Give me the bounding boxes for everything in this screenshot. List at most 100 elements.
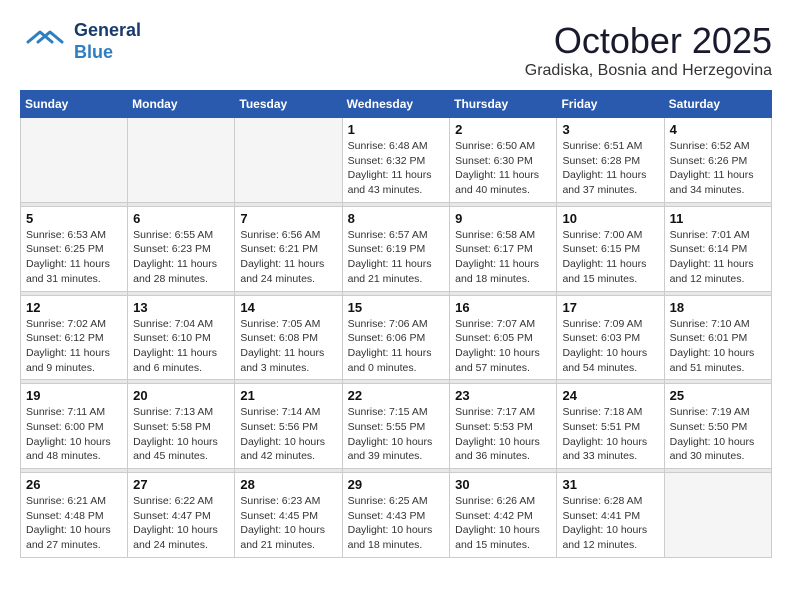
day-number: 28: [240, 477, 336, 492]
day-info: Sunrise: 6:28 AM Sunset: 4:41 PM Dayligh…: [562, 494, 658, 553]
day-info: Sunrise: 6:23 AM Sunset: 4:45 PM Dayligh…: [240, 494, 336, 553]
calendar-cell: [128, 118, 235, 203]
col-header-monday: Monday: [128, 91, 235, 118]
calendar-cell: 3 Sunrise: 6:51 AM Sunset: 6:28 PM Daylig…: [557, 118, 664, 203]
calendar-cell: [235, 118, 342, 203]
week-row-1: 1 Sunrise: 6:48 AM Sunset: 6:32 PM Daylig…: [21, 118, 772, 203]
calendar-cell: 6 Sunrise: 6:55 AM Sunset: 6:23 PM Daylig…: [128, 206, 235, 291]
day-info: Sunrise: 6:22 AM Sunset: 4:47 PM Dayligh…: [133, 494, 229, 553]
day-info: Sunrise: 7:00 AM Sunset: 6:15 PM Dayligh…: [562, 228, 658, 287]
logo: General Blue: [20, 20, 141, 63]
calendar-cell: 4Sunrise: 6:52 AM Sunset: 6:26 PM Daylig…: [664, 118, 771, 203]
col-header-thursday: Thursday: [450, 91, 557, 118]
day-info: Sunrise: 6:21 AM Sunset: 4:48 PM Dayligh…: [26, 494, 122, 553]
col-header-friday: Friday: [557, 91, 664, 118]
day-info: Sunrise: 7:02 AM Sunset: 6:12 PM Dayligh…: [26, 317, 122, 376]
day-info: Sunrise: 7:15 AM Sunset: 5:55 PM Dayligh…: [348, 405, 445, 464]
day-info: Sunrise: 6:48 AM Sunset: 6:32 PM Dayligh…: [348, 139, 445, 198]
col-header-saturday: Saturday: [664, 91, 771, 118]
day-number: 11: [670, 211, 766, 226]
week-row-5: 26 Sunrise: 6:21 AM Sunset: 4:48 PM Dayli…: [21, 473, 772, 558]
calendar-cell: 12 Sunrise: 7:02 AM Sunset: 6:12 PM Dayli…: [21, 295, 128, 380]
calendar-cell: 9Sunrise: 6:58 AM Sunset: 6:17 PM Daylig…: [450, 206, 557, 291]
day-number: 22: [348, 388, 445, 403]
calendar-cell: 1 Sunrise: 6:48 AM Sunset: 6:32 PM Daylig…: [342, 118, 450, 203]
title-block: October 2025 Gradiska, Bosnia and Herzeg…: [525, 20, 772, 80]
day-number: 5: [26, 211, 122, 226]
page-header: General Blue October 2025 Gradiska, Bosn…: [20, 20, 772, 80]
calendar-cell: 14 Sunrise: 7:05 AM Sunset: 6:08 PM Dayli…: [235, 295, 342, 380]
day-info: Sunrise: 6:51 AM Sunset: 6:28 PM Dayligh…: [562, 139, 658, 198]
col-header-wednesday: Wednesday: [342, 91, 450, 118]
calendar-cell: 22 Sunrise: 7:15 AM Sunset: 5:55 PM Dayli…: [342, 384, 450, 469]
day-number: 14: [240, 300, 336, 315]
day-number: 9: [455, 211, 551, 226]
day-info: Sunrise: 7:17 AM Sunset: 5:53 PM Dayligh…: [455, 405, 551, 464]
calendar-cell: 21 Sunrise: 7:14 AM Sunset: 5:56 PM Dayli…: [235, 384, 342, 469]
calendar-header-row: SundayMondayTuesdayWednesdayThursdayFrid…: [21, 91, 772, 118]
day-number: 19: [26, 388, 122, 403]
day-number: 3: [562, 122, 658, 137]
calendar-table: SundayMondayTuesdayWednesdayThursdayFrid…: [20, 90, 772, 558]
calendar-cell: 16 Sunrise: 7:07 AM Sunset: 6:05 PM Dayli…: [450, 295, 557, 380]
day-number: 8: [348, 211, 445, 226]
day-number: 31: [562, 477, 658, 492]
calendar-cell: 18 Sunrise: 7:10 AM Sunset: 6:01 PM Dayli…: [664, 295, 771, 380]
calendar-cell: 13Sunrise: 7:04 AM Sunset: 6:10 PM Dayli…: [128, 295, 235, 380]
day-number: 20: [133, 388, 229, 403]
logo-icon: [20, 22, 70, 62]
calendar-cell: 5Sunrise: 6:53 AM Sunset: 6:25 PM Daylig…: [21, 206, 128, 291]
day-info: Sunrise: 7:09 AM Sunset: 6:03 PM Dayligh…: [562, 317, 658, 376]
day-info: Sunrise: 7:05 AM Sunset: 6:08 PM Dayligh…: [240, 317, 336, 376]
calendar-cell: 28 Sunrise: 6:23 AM Sunset: 4:45 PM Dayli…: [235, 473, 342, 558]
calendar-cell: 26 Sunrise: 6:21 AM Sunset: 4:48 PM Dayli…: [21, 473, 128, 558]
day-info: Sunrise: 7:18 AM Sunset: 5:51 PM Dayligh…: [562, 405, 658, 464]
week-row-4: 19 Sunrise: 7:11 AM Sunset: 6:00 PM Dayli…: [21, 384, 772, 469]
day-number: 4: [670, 122, 766, 137]
day-number: 21: [240, 388, 336, 403]
calendar-cell: 15Sunrise: 7:06 AM Sunset: 6:06 PM Dayli…: [342, 295, 450, 380]
calendar-cell: 23 Sunrise: 7:17 AM Sunset: 5:53 PM Dayli…: [450, 384, 557, 469]
day-info: Sunrise: 7:01 AM Sunset: 6:14 PM Dayligh…: [670, 228, 766, 287]
day-number: 1: [348, 122, 445, 137]
main-title: October 2025: [525, 20, 772, 62]
day-number: 18: [670, 300, 766, 315]
day-number: 15: [348, 300, 445, 315]
day-info: Sunrise: 6:56 AM Sunset: 6:21 PM Dayligh…: [240, 228, 336, 287]
calendar-cell: 30Sunrise: 6:26 AM Sunset: 4:42 PM Dayli…: [450, 473, 557, 558]
day-number: 13: [133, 300, 229, 315]
calendar-cell: 7 Sunrise: 6:56 AM Sunset: 6:21 PM Daylig…: [235, 206, 342, 291]
day-info: Sunrise: 7:10 AM Sunset: 6:01 PM Dayligh…: [670, 317, 766, 376]
col-header-tuesday: Tuesday: [235, 91, 342, 118]
day-info: Sunrise: 6:57 AM Sunset: 6:19 PM Dayligh…: [348, 228, 445, 287]
calendar-cell: 2Sunrise: 6:50 AM Sunset: 6:30 PM Daylig…: [450, 118, 557, 203]
day-number: 23: [455, 388, 551, 403]
day-info: Sunrise: 7:19 AM Sunset: 5:50 PM Dayligh…: [670, 405, 766, 464]
day-info: Sunrise: 6:25 AM Sunset: 4:43 PM Dayligh…: [348, 494, 445, 553]
calendar-cell: 31 Sunrise: 6:28 AM Sunset: 4:41 PM Dayli…: [557, 473, 664, 558]
day-info: Sunrise: 7:14 AM Sunset: 5:56 PM Dayligh…: [240, 405, 336, 464]
day-number: 10: [562, 211, 658, 226]
calendar-cell: 27Sunrise: 6:22 AM Sunset: 4:47 PM Dayli…: [128, 473, 235, 558]
calendar-cell: 8 Sunrise: 6:57 AM Sunset: 6:19 PM Daylig…: [342, 206, 450, 291]
day-number: 17: [562, 300, 658, 315]
calendar-cell: 10 Sunrise: 7:00 AM Sunset: 6:15 PM Dayli…: [557, 206, 664, 291]
day-number: 7: [240, 211, 336, 226]
day-info: Sunrise: 7:11 AM Sunset: 6:00 PM Dayligh…: [26, 405, 122, 464]
calendar-cell: 17 Sunrise: 7:09 AM Sunset: 6:03 PM Dayli…: [557, 295, 664, 380]
day-info: Sunrise: 7:13 AM Sunset: 5:58 PM Dayligh…: [133, 405, 229, 464]
logo-text: General Blue: [74, 20, 141, 63]
day-number: 24: [562, 388, 658, 403]
day-number: 12: [26, 300, 122, 315]
day-number: 16: [455, 300, 551, 315]
day-number: 6: [133, 211, 229, 226]
day-info: Sunrise: 6:55 AM Sunset: 6:23 PM Dayligh…: [133, 228, 229, 287]
calendar-cell: 24 Sunrise: 7:18 AM Sunset: 5:51 PM Dayli…: [557, 384, 664, 469]
calendar-cell: 20 Sunrise: 7:13 AM Sunset: 5:58 PM Dayli…: [128, 384, 235, 469]
calendar-cell: 19 Sunrise: 7:11 AM Sunset: 6:00 PM Dayli…: [21, 384, 128, 469]
day-info: Sunrise: 7:07 AM Sunset: 6:05 PM Dayligh…: [455, 317, 551, 376]
calendar-cell: [21, 118, 128, 203]
day-info: Sunrise: 6:26 AM Sunset: 4:42 PM Dayligh…: [455, 494, 551, 553]
day-number: 26: [26, 477, 122, 492]
week-row-3: 12 Sunrise: 7:02 AM Sunset: 6:12 PM Dayli…: [21, 295, 772, 380]
